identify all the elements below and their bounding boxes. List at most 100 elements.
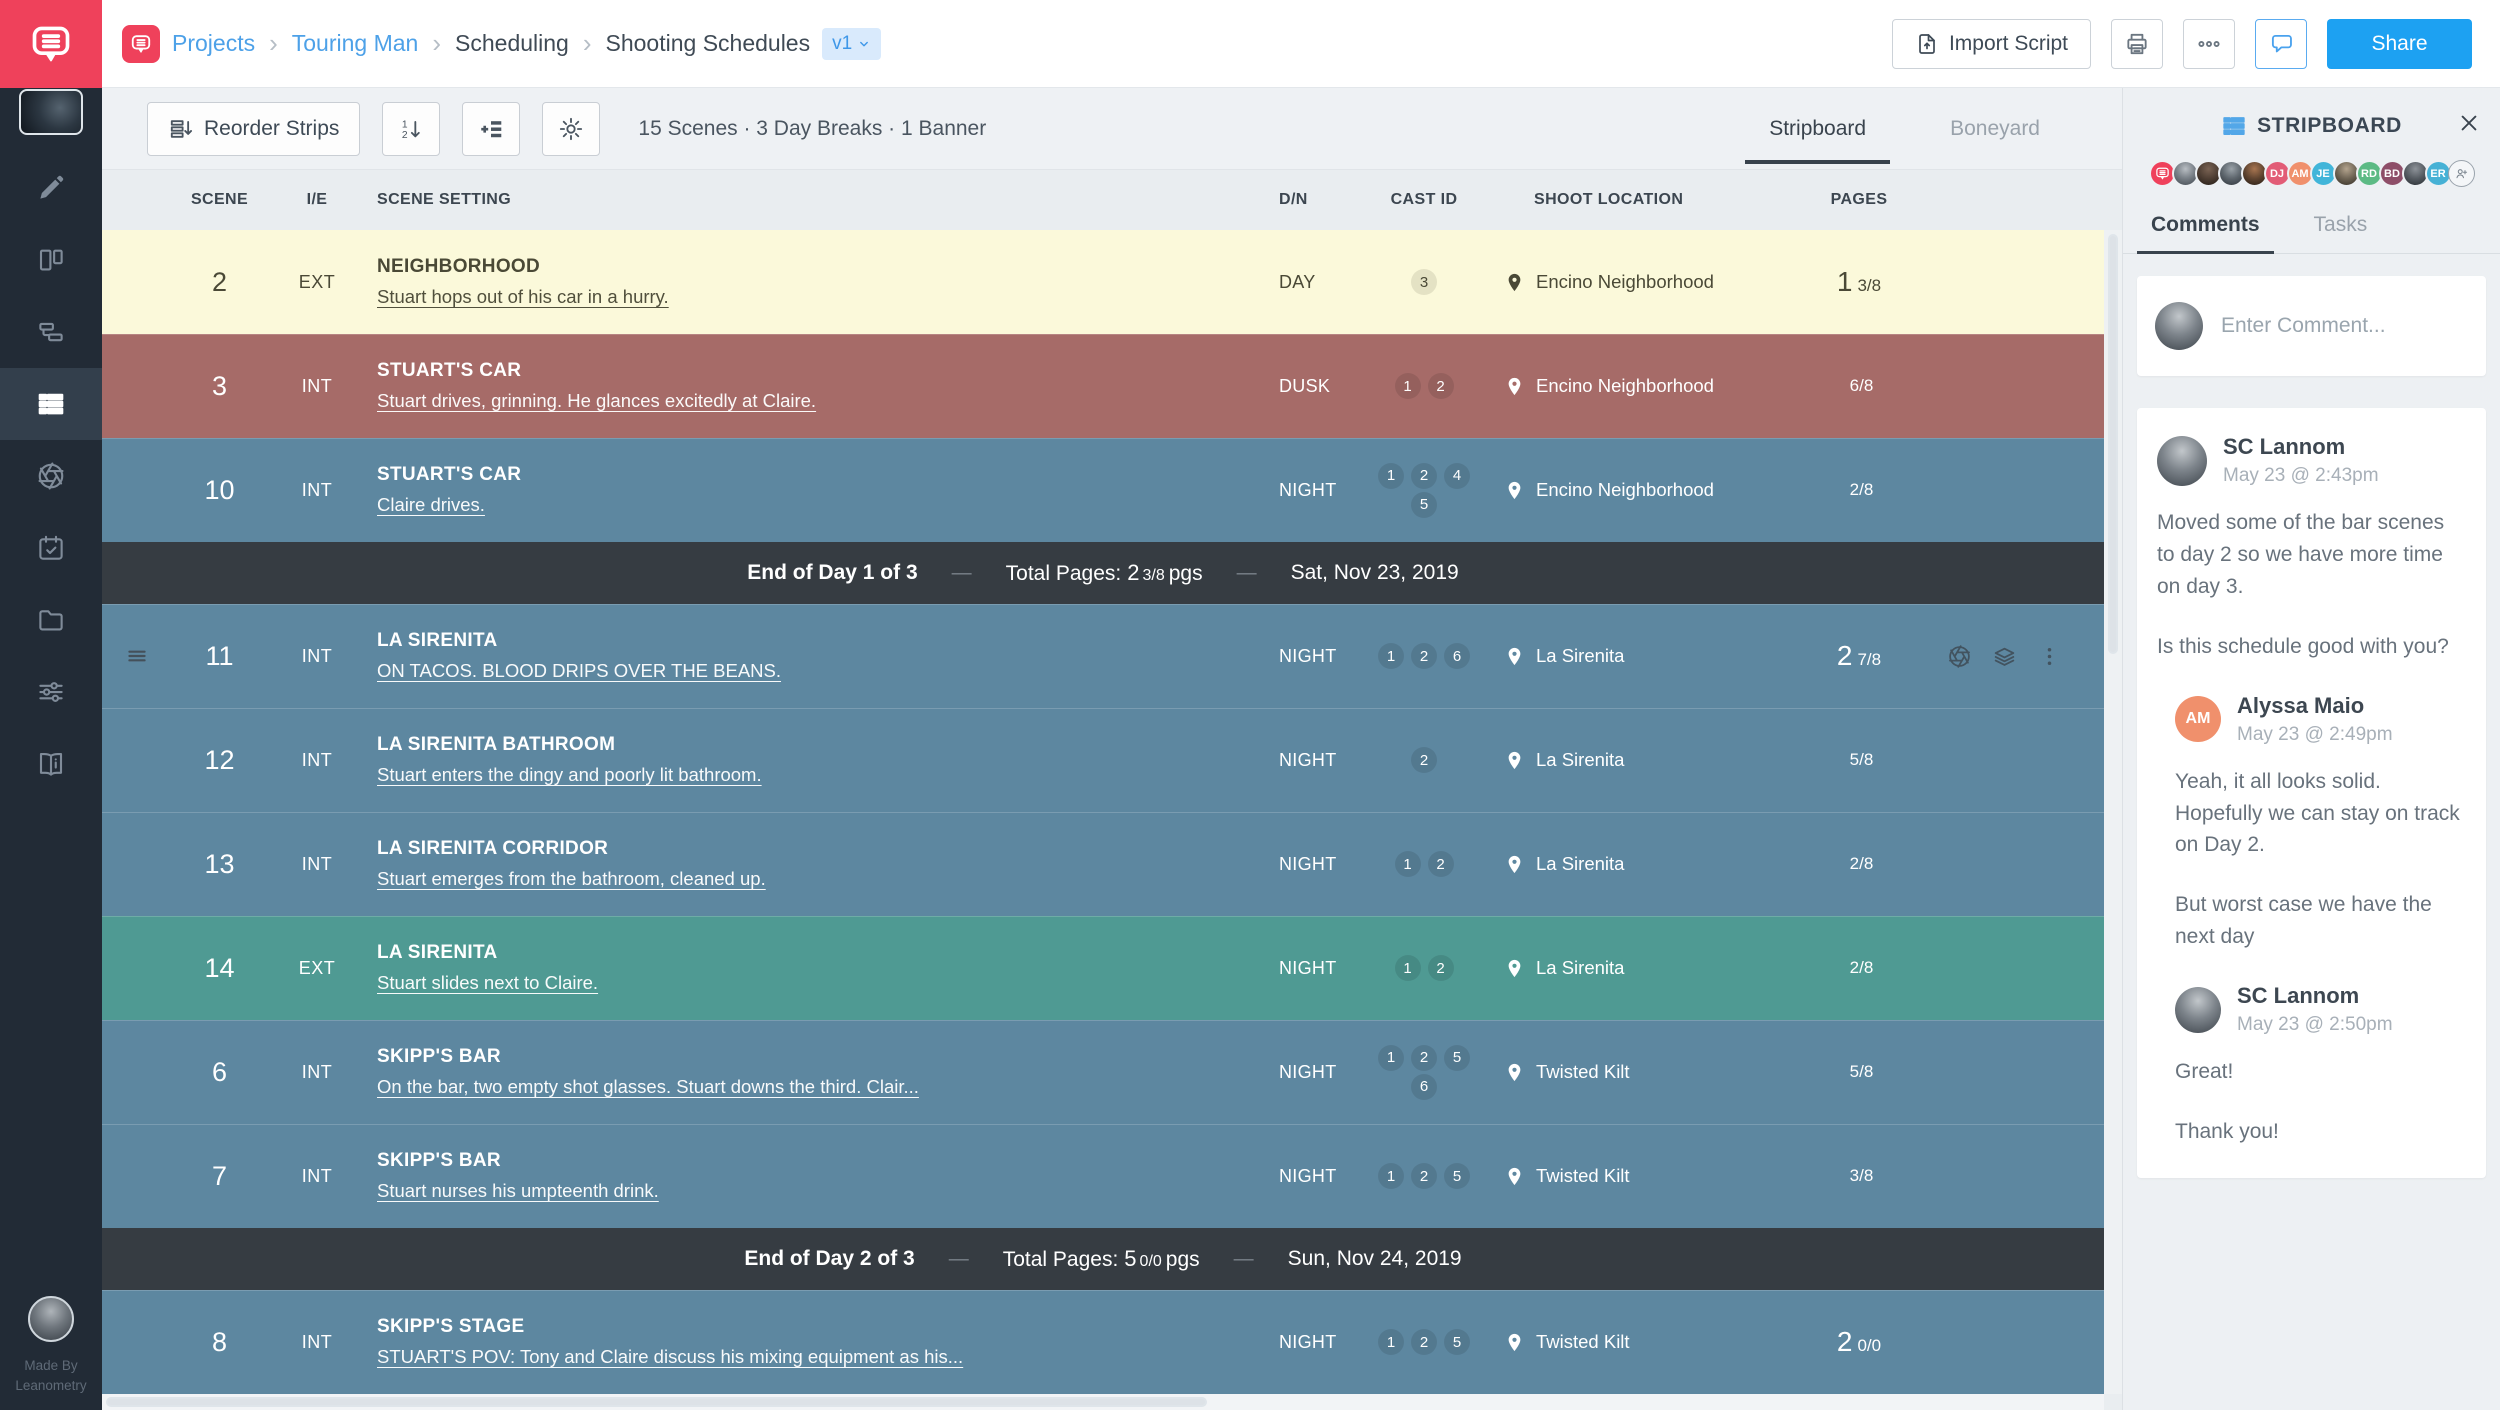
sliders-icon [36,677,66,707]
drag-handle-icon[interactable] [102,643,172,669]
sidebar-item-calendar-check[interactable] [0,512,102,584]
scene-number: 10 [172,475,267,506]
scene-setting: STUART'S CAR [377,464,1214,486]
breadcrumb-projects[interactable]: Projects [172,30,255,57]
comment-input[interactable] [2221,314,2468,338]
comment-author: Alyssa Maio [2237,693,2393,719]
scene-int-ext: INT [267,1166,367,1187]
tab-stripboard[interactable]: Stripboard [1727,88,1908,170]
cast-id-badge: 1 [1395,373,1421,399]
column-header-scene-setting: SCENE SETTING [367,191,1244,209]
top-header: Projects›Touring Man›Scheduling›Shooting… [102,0,2500,88]
scene-number: 14 [172,953,267,984]
tab-comments[interactable]: Comments [2137,199,2274,253]
shoot-location: Twisted Kilt [1484,1165,1814,1187]
scene-setting: LA SIRENITA [377,942,1214,964]
scene-strip[interactable]: 3INTSTUART'S CARStuart drives, grinning.… [102,334,2104,438]
scene-description[interactable]: Stuart slides next to Claire. [377,972,1214,994]
scene-strip[interactable]: 12INTLA SIRENITA BATHROOMStuart enters t… [102,708,2104,812]
pages-fraction: 3/8 [1857,276,1881,295]
collaborator-avatars: DJAMJERDBDER [2123,150,2500,199]
breadcrumb-touring-man[interactable]: Touring Man [292,30,419,57]
column-header-scene: SCENE [172,191,267,209]
scene-description[interactable]: Stuart hops out of his car in a hurry. [377,286,1214,308]
scene-strip[interactable]: 6INTSKIPP'S BAROn the bar, two empty sho… [102,1020,2104,1124]
layers-icon[interactable] [1992,644,2017,669]
sidebar-item-pencil[interactable] [0,152,102,224]
scene-description[interactable]: On the bar, two empty shot glasses. Stua… [377,1076,1214,1098]
day-break-label: End of Day 1 of 3 [747,561,917,585]
tab-tasks[interactable]: Tasks [2300,199,2382,253]
comment-avatar [2157,436,2207,486]
user-avatar[interactable] [28,1296,74,1342]
sort-scenes-button[interactable]: 12 [382,102,440,156]
day-break-banner[interactable]: End of Day 2 of 3—Total Pages:50/0pgs—Su… [102,1228,2104,1290]
tab-boneyard[interactable]: Boneyard [1908,88,2082,170]
add-strip-icon [478,116,504,142]
comments-section: SC LannomMay 23 @ 2:43pmMoved some of th… [2123,254,2500,1410]
scene-strip[interactable]: 14EXTLA SIRENITAStuart slides next to Cl… [102,916,2104,1020]
scene-strip[interactable]: 10INTSTUART'S CARClaire drives.NIGHT1245… [102,438,2104,542]
scene-description[interactable]: Stuart nurses his umpteenth drink. [377,1180,1214,1202]
scene-setting: SKIPP'S BAR [377,1046,1214,1068]
share-button[interactable]: Share [2327,19,2472,69]
sort-numeric-icon: 12 [398,116,424,142]
scene-description[interactable]: Stuart drives, grinning. He glances exci… [377,390,1214,412]
more-options-button[interactable] [2183,19,2235,69]
scene-strip[interactable]: 2EXTNEIGHBORHOODStuart hops out of his c… [102,230,2104,334]
scene-description[interactable]: Claire drives. [377,494,1214,516]
add-collaborator-button[interactable] [2448,160,2475,187]
calendar-check-icon [36,533,66,563]
day-night: DAY [1244,272,1364,293]
horizontal-scrollbar[interactable] [102,1394,2104,1410]
kebab-menu-icon[interactable] [2037,644,2062,669]
panel-title: STRIPBOARD [2257,114,2402,138]
comment-author: SC Lannom [2223,434,2379,460]
sidebar-item-book-info[interactable] [0,728,102,800]
project-chip-icon[interactable] [122,25,160,63]
panel-header: STRIPBOARD [2123,88,2500,150]
scene-strip[interactable]: 8INTSKIPP'S STAGESTUART'S POV: Tony and … [102,1290,2104,1394]
scene-description[interactable]: ON TACOS. BLOOD DRIPS OVER THE BEANS. [377,660,1214,682]
app: Made By Leanometry Projects›Touring Man›… [0,0,2500,1410]
day-break-banner[interactable]: End of Day 1 of 3—Total Pages:23/8pgs—Sa… [102,542,2104,604]
day-break-date: Sat, Nov 23, 2019 [1291,561,1459,585]
version-badge[interactable]: v1 [822,28,881,60]
scene-strip[interactable]: 13INTLA SIRENITA CORRIDORStuart emerges … [102,812,2104,916]
project-thumbnail [19,89,83,135]
sidebar-item-camera-aperture[interactable] [0,440,102,512]
cast-id-badge: 1 [1395,851,1421,877]
scene-description[interactable]: STUART'S POV: Tony and Claire discuss hi… [377,1346,1214,1368]
scene-description[interactable]: Stuart emerges from the bathroom, cleane… [377,868,1214,890]
scene-strip[interactable]: 7INTSKIPP'S BARStuart nurses his umpteen… [102,1124,2104,1228]
scene-strip[interactable]: 11INTLA SIRENITAON TACOS. BLOOD DRIPS OV… [102,604,2104,708]
sidebar-item-shot-list[interactable] [0,296,102,368]
vertical-scrollbar[interactable] [2104,230,2122,1394]
cast-ids: 126 [1364,643,1484,669]
import-script-button[interactable]: Import Script [1892,19,2091,69]
studiobinder-logo[interactable] [0,0,102,88]
breadcrumb: Projects›Touring Man›Scheduling›Shooting… [122,25,881,63]
camera-aperture-icon[interactable] [1947,644,1972,669]
cast-id-badge: 2 [1428,373,1454,399]
sidebar-item-sliders[interactable] [0,656,102,728]
scene-setting: LA SIRENITA CORRIDOR [377,838,1214,860]
sidebar-item-folder[interactable] [0,584,102,656]
sidebar-item-breakdown-pages[interactable] [0,224,102,296]
comments-toggle-button[interactable] [2255,19,2307,69]
map-pin-icon [1504,750,1525,771]
printer-icon [2124,31,2150,57]
close-panel-icon[interactable] [2458,112,2480,134]
comment-avatar: AM [2175,696,2221,742]
workspace: Reorder Strips 12 15 Scenes · 3 Day Brea… [102,88,2500,1410]
caret-down-icon [857,37,871,51]
scene-description[interactable]: Stuart enters the dingy and poorly lit b… [377,764,1214,786]
cast-id-badge: 2 [1411,747,1437,773]
cast-id-badge: 5 [1444,1045,1470,1071]
reorder-strips-button[interactable]: Reorder Strips [147,102,360,156]
shoot-location: La Sirenita [1484,853,1814,875]
add-strip-button[interactable] [462,102,520,156]
print-button[interactable] [2111,19,2163,69]
sidebar-item-stripboard[interactable] [0,368,102,440]
strip-settings-button[interactable] [542,102,600,156]
